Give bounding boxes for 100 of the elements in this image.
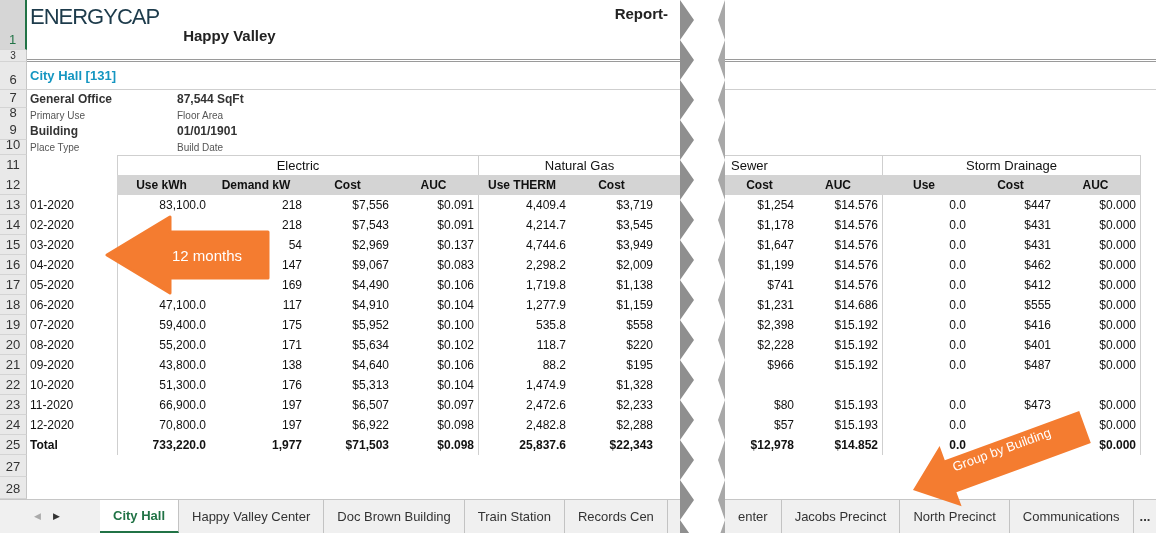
sheet-tab[interactable]: Train Station	[464, 500, 565, 533]
row-number: 17	[0, 275, 27, 295]
table-cell-text: 0.0	[949, 237, 966, 254]
table-cell-text: $1,159	[616, 297, 653, 314]
sheet-tab[interactable]: Communications	[1009, 500, 1134, 533]
row-number: 21	[0, 355, 27, 375]
table-cell-text: 176	[281, 377, 302, 394]
table-cell-text: $12,978	[750, 437, 794, 454]
report-heading: Report-	[614, 4, 668, 24]
table-cell-text: $14.576	[834, 277, 878, 294]
period-cell-text: 05-2020	[29, 277, 76, 294]
table-cell-text: 25,837.6	[519, 437, 566, 454]
table-cell-text: 47,100.0	[159, 297, 206, 314]
column-header: Cost	[970, 175, 1055, 195]
table-cell-text: $7,543	[352, 217, 389, 234]
table-cell-text: 0.0	[949, 357, 966, 374]
row-number: 25	[0, 435, 27, 455]
period-cell-text: 02-2020	[29, 217, 76, 234]
table-cell-text: $0.000	[1099, 277, 1136, 294]
sheet-tab[interactable]: Records Cen	[564, 500, 668, 533]
table-cell-text: $14.852	[834, 437, 878, 454]
table-cell-text: 171	[281, 337, 302, 354]
field-caption: Build Date	[177, 141, 224, 155]
table-cell-text: $0.100	[437, 317, 474, 334]
column-header: Cost	[725, 175, 798, 195]
row-number: 11	[0, 155, 27, 176]
table-cell-text: $1,647	[757, 237, 794, 254]
table-cell-text: 175	[281, 317, 302, 334]
column-header: Use kWh	[117, 175, 210, 195]
table-cell-text: 1,277.9	[525, 297, 566, 314]
period-cell-text: 11-2020	[29, 397, 75, 414]
column-header: AUC	[1055, 175, 1140, 195]
table-cell-text: 2,298.2	[525, 257, 566, 274]
more-tabs-button[interactable]: ...	[1133, 500, 1156, 533]
table-cell-text: 55,200.0	[159, 337, 206, 354]
row-number: 6	[0, 62, 27, 90]
period-cell-text: 07-2020	[29, 317, 76, 334]
row-number: 1	[0, 0, 27, 50]
row-number: 13	[0, 195, 27, 215]
table-cell-text: $3,949	[616, 237, 653, 254]
table-cell-text: $14.686	[834, 297, 878, 314]
group-header: Electric	[276, 157, 320, 175]
table-cell-text: $14.576	[834, 257, 878, 274]
table-cell-text: $2,288	[616, 417, 653, 434]
table-cell-text: 1,474.9	[525, 377, 566, 394]
table-cell-text: $2,228	[757, 337, 794, 354]
table-cell-text: $0.102	[437, 337, 474, 354]
table-cell-text: 138	[281, 357, 302, 374]
table-cell-text: 169	[281, 277, 302, 294]
group-header: Natural Gas	[544, 157, 615, 175]
period-cell-text: 01-2020	[29, 197, 76, 214]
sheet-tab[interactable]: Jacobs Precinct	[781, 500, 901, 533]
column-header: AUC	[798, 175, 882, 195]
table-cell-text: 2,472.6	[525, 397, 566, 414]
table-cell-text: $416	[1024, 317, 1051, 334]
field-value: Building	[29, 123, 79, 140]
sheet-tab[interactable]: Happy Valley Center	[179, 500, 325, 533]
table-cell-text: 218	[281, 197, 302, 214]
table-cell-text: $0.104	[437, 377, 474, 394]
table-cell-text: 83,100.0	[159, 197, 206, 214]
table-cell-text: $0.091	[437, 197, 474, 214]
scroll-right-button[interactable]: ▶	[47, 509, 66, 524]
table-cell-text: $0.000	[1099, 257, 1136, 274]
logo: ENERGYCAP	[29, 3, 160, 31]
table-cell-text: $2,233	[616, 397, 653, 414]
table-cell-text: 218	[281, 217, 302, 234]
table-cell-text: $7,556	[352, 197, 389, 214]
row-number: 19	[0, 315, 27, 335]
table-cell-text: $5,952	[352, 317, 389, 334]
table-cell-text: $0.000	[1099, 397, 1136, 414]
table-cell-text: $0.000	[1099, 317, 1136, 334]
table-cell-text: $6,922	[352, 417, 389, 434]
row-number: 16	[0, 255, 27, 275]
sheet-tab[interactable]: enter	[725, 500, 782, 533]
table-cell-text: $1,199	[757, 257, 794, 274]
row-number: 24	[0, 415, 27, 435]
period-cell-text: 12-2020	[29, 417, 76, 434]
table-cell-text: $0.000	[1099, 297, 1136, 314]
table-cell-text: $5,313	[352, 377, 389, 394]
table-cell-text: $0.083	[437, 257, 474, 274]
table-cell-text: $15.192	[834, 337, 878, 354]
table-cell-text: $0.137	[437, 237, 474, 254]
table-cell-text: $4,910	[352, 297, 389, 314]
total-label: Total	[29, 437, 59, 454]
column-header: Demand kW	[210, 175, 306, 195]
table-cell-text: $9,067	[352, 257, 389, 274]
sheet-tab[interactable]: Doc Brown Building	[324, 500, 465, 533]
table-cell-text: $80	[773, 397, 794, 414]
table-cell-text: 0.0	[949, 217, 966, 234]
table-cell-text: 54	[288, 237, 302, 254]
table-cell-text: $966	[767, 357, 794, 374]
field-caption: Primary Use	[29, 109, 86, 123]
table-cell-text: 4,409.4	[525, 197, 566, 214]
table-cell-text: $1,231	[757, 297, 794, 314]
table-cell-text: $6,507	[352, 397, 389, 414]
table-cell-text: 1,977	[271, 437, 302, 454]
row-number: 23	[0, 395, 27, 415]
sheet-tab[interactable]: City Hall	[100, 500, 179, 533]
period-cell-text: 04-2020	[29, 257, 76, 274]
table-cell-text: 4,214.7	[525, 217, 566, 234]
